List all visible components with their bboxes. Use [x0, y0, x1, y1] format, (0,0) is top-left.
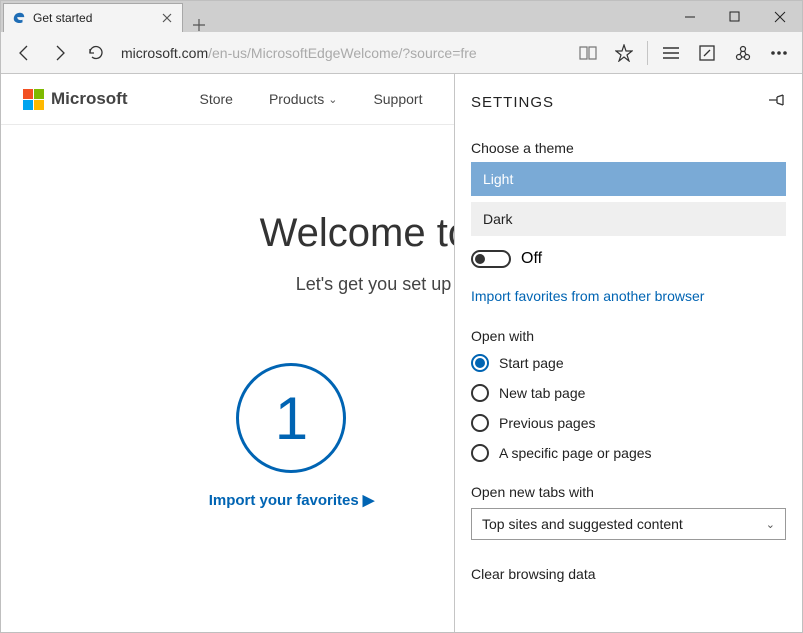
edge-favicon-icon [12, 11, 26, 25]
radio-icon [471, 384, 489, 402]
share-icon[interactable] [726, 36, 760, 70]
settings-title: SETTINGS [471, 94, 554, 111]
settings-header: SETTINGS [471, 84, 786, 120]
new-tab-button[interactable] [183, 18, 215, 32]
close-window-button[interactable] [757, 1, 802, 32]
radio-specific[interactable]: A specific page or pages [471, 444, 786, 462]
step-1[interactable]: 1 Import your favorites ▶ [209, 363, 375, 509]
radio-previous[interactable]: Previous pages [471, 414, 786, 432]
openwith-section-label: Open with [471, 328, 786, 344]
chevron-down-icon: ⌄ [328, 93, 337, 106]
radio-icon [471, 414, 489, 432]
close-tab-icon[interactable] [158, 9, 176, 27]
toggle-switch[interactable] [471, 250, 511, 268]
newtabs-value: Top sites and suggested content [482, 516, 683, 532]
newtabs-select[interactable]: Top sites and suggested content ⌄ [471, 508, 786, 540]
address-path: /en-us/MicrosoftEdgeWelcome/?source=fre [208, 45, 477, 61]
radio-start-page[interactable]: Start page [471, 354, 786, 372]
favorite-star-icon[interactable] [607, 36, 641, 70]
clear-data-label: Clear browsing data [471, 566, 786, 582]
toggle-label: Off [521, 250, 542, 268]
minimize-button[interactable] [667, 1, 712, 32]
address-bar[interactable]: microsoft.com/en-us/MicrosoftEdgeWelcome… [121, 45, 563, 61]
tab-title: Get started [33, 11, 158, 25]
tab-strip: Get started [1, 1, 215, 32]
step-1-circle: 1 [236, 363, 346, 473]
web-note-icon[interactable] [690, 36, 724, 70]
microsoft-brand-text: Microsoft [51, 89, 128, 109]
radio-icon [471, 354, 489, 372]
step-1-label: Import your favorites ▶ [209, 491, 375, 509]
nav-products[interactable]: Products ⌄ [269, 91, 337, 107]
toolbar-divider [647, 41, 648, 65]
settings-panel: SETTINGS Choose a theme Light Dark Off I… [454, 74, 802, 632]
theme-dark[interactable]: Dark [471, 202, 786, 236]
microsoft-logo-icon [23, 89, 44, 110]
tab-get-started[interactable]: Get started [3, 3, 183, 32]
maximize-button[interactable] [712, 1, 757, 32]
import-favorites-link[interactable]: Import favorites from another browser [471, 288, 786, 304]
more-icon[interactable] [762, 36, 796, 70]
back-button[interactable] [7, 36, 41, 70]
microsoft-nav: Store Products ⌄ Support [200, 91, 423, 107]
theme-toggle-row: Off [471, 250, 786, 268]
address-host: microsoft.com [121, 45, 208, 61]
reading-view-icon[interactable] [571, 36, 605, 70]
nav-support[interactable]: Support [373, 91, 422, 107]
theme-section-label: Choose a theme [471, 140, 786, 156]
microsoft-logo[interactable]: Microsoft [23, 89, 128, 110]
toolbar: microsoft.com/en-us/MicrosoftEdgeWelcome… [1, 32, 802, 74]
openwith-options: Start page New tab page Previous pages A… [471, 354, 786, 462]
radio-icon [471, 444, 489, 462]
refresh-button[interactable] [79, 36, 113, 70]
browser-window: Get started microsoft.com/en-us/Microsof… [0, 0, 803, 633]
window-controls [667, 1, 802, 32]
play-icon: ▶ [363, 491, 375, 509]
radio-new-tab[interactable]: New tab page [471, 384, 786, 402]
theme-light[interactable]: Light [471, 162, 786, 196]
title-bar: Get started [1, 1, 802, 32]
nav-store[interactable]: Store [200, 91, 233, 107]
chevron-down-icon: ⌄ [766, 518, 775, 531]
forward-button[interactable] [43, 36, 77, 70]
newtabs-section-label: Open new tabs with [471, 484, 786, 500]
theme-options: Light Dark [471, 162, 786, 236]
pin-icon[interactable] [768, 93, 786, 112]
hub-icon[interactable] [654, 36, 688, 70]
